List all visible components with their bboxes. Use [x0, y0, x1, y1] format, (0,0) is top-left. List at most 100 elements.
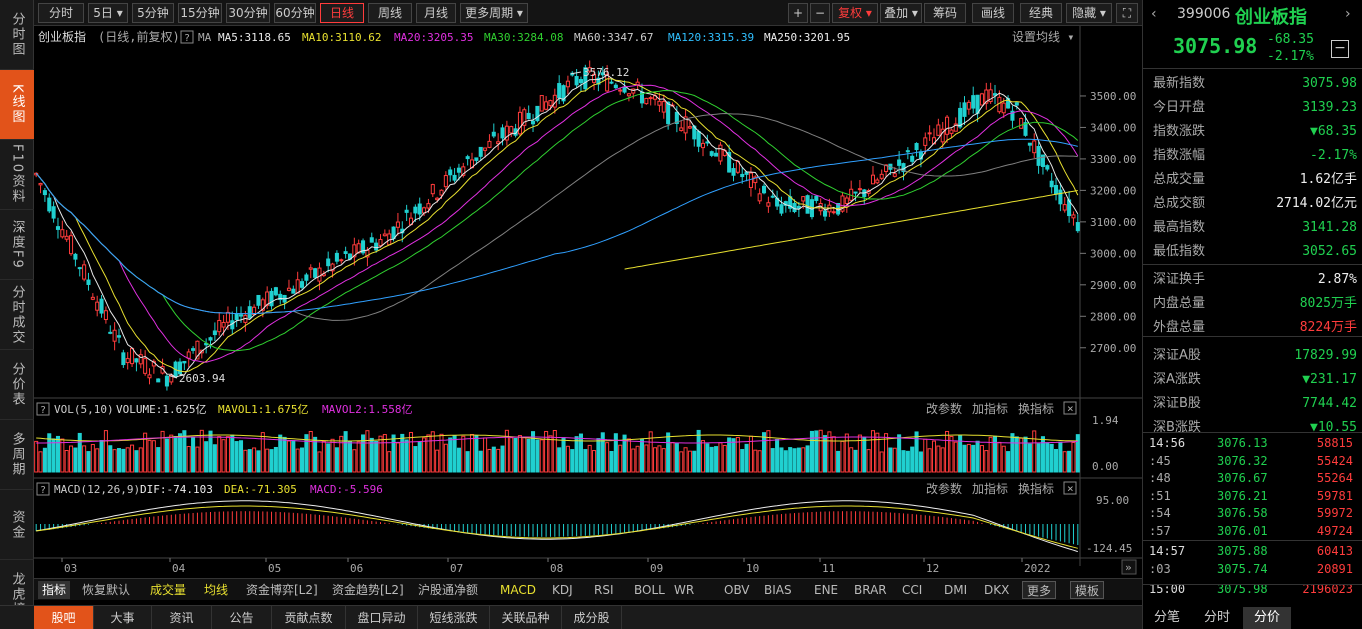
indicator-tab-9[interactable]: RSI: [594, 581, 614, 599]
footer-dashi[interactable]: 大事: [94, 606, 152, 629]
kline-chart[interactable]: 创业板指 (日线,前复权)? MA MA5:3118.65 MA10:3110.62 MA…: [34, 26, 1142, 578]
vol-add-button[interactable]: 加指标: [972, 401, 1008, 416]
vol-switch-button[interactable]: 换指标: [1018, 401, 1054, 416]
indicator-tab-1[interactable]: 恢复默认: [82, 581, 130, 599]
footer-zixun[interactable]: 资讯: [152, 606, 212, 629]
volume-bar: [125, 447, 130, 473]
indicator-tab-17[interactable]: DMI: [944, 581, 967, 599]
footer-pankou[interactable]: 盘口异动: [346, 606, 418, 629]
price-tick: 3200.00: [1090, 184, 1136, 197]
indicator-tab-12[interactable]: OBV: [724, 581, 750, 599]
volume-bar: [818, 429, 823, 473]
quote-row: 今日开盘 3139.23: [1143, 96, 1362, 120]
period-5day[interactable]: 5日 ▾: [88, 3, 128, 23]
volume-bar: [374, 440, 379, 473]
indicator-tab-8[interactable]: KDJ: [552, 581, 573, 599]
candle-body: [103, 310, 108, 321]
indicator-tab-13[interactable]: BIAS: [764, 581, 792, 599]
candle-body: [374, 242, 379, 251]
macd-param-button[interactable]: 改参数: [926, 481, 962, 496]
tab-fenjia[interactable]: 分价: [1243, 607, 1291, 629]
chip-button[interactable]: 筹码: [924, 3, 966, 23]
volume-bar: [230, 434, 235, 473]
volume-bar: [34, 440, 39, 473]
candle-body: [138, 354, 143, 365]
candle-body: [870, 174, 876, 185]
nav-depth[interactable]: 深度F9: [0, 210, 34, 280]
volume-bar: [683, 447, 688, 473]
indicator-tab-0[interactable]: 指标: [38, 581, 71, 599]
zoom-in-button[interactable]: +: [788, 3, 808, 23]
period-monthly[interactable]: 月线: [416, 3, 456, 23]
quote-row-label: 深证B股: [1153, 396, 1201, 411]
tick-time: :54: [1149, 506, 1171, 520]
tab-fenshi[interactable]: 分时: [1193, 607, 1241, 629]
candle-body: [975, 94, 980, 114]
footer-gonggao[interactable]: 公告: [212, 606, 272, 629]
indicator-tab-6[interactable]: 沪股通净额: [418, 581, 478, 599]
indicator-tab-7[interactable]: MACD: [500, 581, 536, 599]
draw-button[interactable]: 画线: [972, 3, 1014, 23]
tab-fenbi[interactable]: 分笔: [1143, 607, 1191, 629]
macd-add-button[interactable]: 加指标: [972, 481, 1008, 496]
price-tick: 3500.00: [1090, 90, 1136, 103]
macd-switch-button[interactable]: 换指标: [1018, 481, 1054, 496]
footer-contribution[interactable]: 贡献点数: [272, 606, 346, 629]
period-weekly[interactable]: 周线: [368, 3, 412, 23]
period-daily[interactable]: 日线: [320, 3, 364, 23]
nav-multi-period[interactable]: 多周期: [0, 420, 34, 490]
period-fenshi[interactable]: 分时: [38, 3, 84, 23]
nav-capital[interactable]: 资金: [0, 490, 34, 560]
period-more[interactable]: 更多周期 ▾: [460, 3, 528, 23]
indicator-tab-20[interactable]: 模板: [1070, 581, 1105, 599]
indicator-tab-18[interactable]: DKX: [984, 581, 1009, 599]
macd-close-glyph: ×: [1067, 482, 1074, 495]
indicator-tab-2[interactable]: 成交量: [150, 581, 186, 599]
volume-bar: [770, 448, 775, 473]
fuquan-button[interactable]: 复权 ▾: [832, 3, 878, 23]
arrow-right-icon[interactable]: ›: [1345, 6, 1351, 22]
indicator-tab-16[interactable]: CCI: [902, 581, 922, 599]
volume-bar: [918, 451, 923, 473]
indicator-tab-15[interactable]: BRAR: [854, 581, 887, 599]
ma-settings-button[interactable]: 设置均线 ▾: [1012, 30, 1074, 44]
nav-fenshi[interactable]: 分时图: [0, 0, 34, 70]
indicator-tab-4[interactable]: 资金博弈[L2]: [246, 581, 318, 599]
ma-label: MA: [198, 31, 212, 44]
indicator-tab-10[interactable]: BOLL: [634, 581, 665, 599]
volume-bar: [173, 435, 178, 473]
footer-components[interactable]: 成分股: [562, 606, 622, 629]
period-60min[interactable]: 60分钟: [274, 3, 316, 23]
collapse-icon[interactable]: −: [1331, 40, 1349, 58]
volume-bar: [705, 443, 710, 473]
footer-related[interactable]: 关联品种: [490, 606, 562, 629]
nav-fenshi-deal[interactable]: 分时成交: [0, 280, 34, 350]
footer-guba[interactable]: 股吧: [34, 606, 94, 629]
macd-name: MACD(12,26,9): [54, 483, 140, 496]
nav-price-table[interactable]: 分价表: [0, 350, 34, 420]
zoom-out-button[interactable]: −: [810, 3, 830, 23]
candle-body: [613, 84, 618, 89]
nav-f10[interactable]: F10资料: [0, 140, 34, 210]
indicator-tab-3[interactable]: 均线: [204, 581, 228, 599]
indicator-tab-19[interactable]: 更多: [1022, 581, 1057, 599]
period-15min[interactable]: 15分钟: [178, 3, 222, 23]
volume-bar: [722, 444, 727, 473]
volume-bar: [931, 440, 937, 473]
candle-body: [644, 97, 649, 105]
fullscreen-icon[interactable]: ⛶: [1116, 3, 1138, 23]
candle-body: [404, 209, 409, 213]
volume-bar: [1049, 443, 1054, 473]
footer-short[interactable]: 短线涨跌: [418, 606, 490, 629]
hide-button[interactable]: 隐藏 ▾: [1066, 3, 1112, 23]
overlay-button[interactable]: 叠加 ▾: [880, 3, 922, 23]
nav-kline[interactable]: K线图: [0, 70, 34, 140]
period-5min[interactable]: 5分钟: [132, 3, 174, 23]
classic-button[interactable]: 经典: [1020, 3, 1062, 23]
arrow-left-icon[interactable]: ‹: [1151, 6, 1157, 22]
vol-param-button[interactable]: 改参数: [926, 401, 962, 416]
period-30min[interactable]: 30分钟: [226, 3, 270, 23]
indicator-tab-14[interactable]: ENE: [814, 581, 838, 599]
indicator-tab-5[interactable]: 资金趋势[L2]: [332, 581, 404, 599]
indicator-tab-11[interactable]: WR: [674, 581, 694, 599]
